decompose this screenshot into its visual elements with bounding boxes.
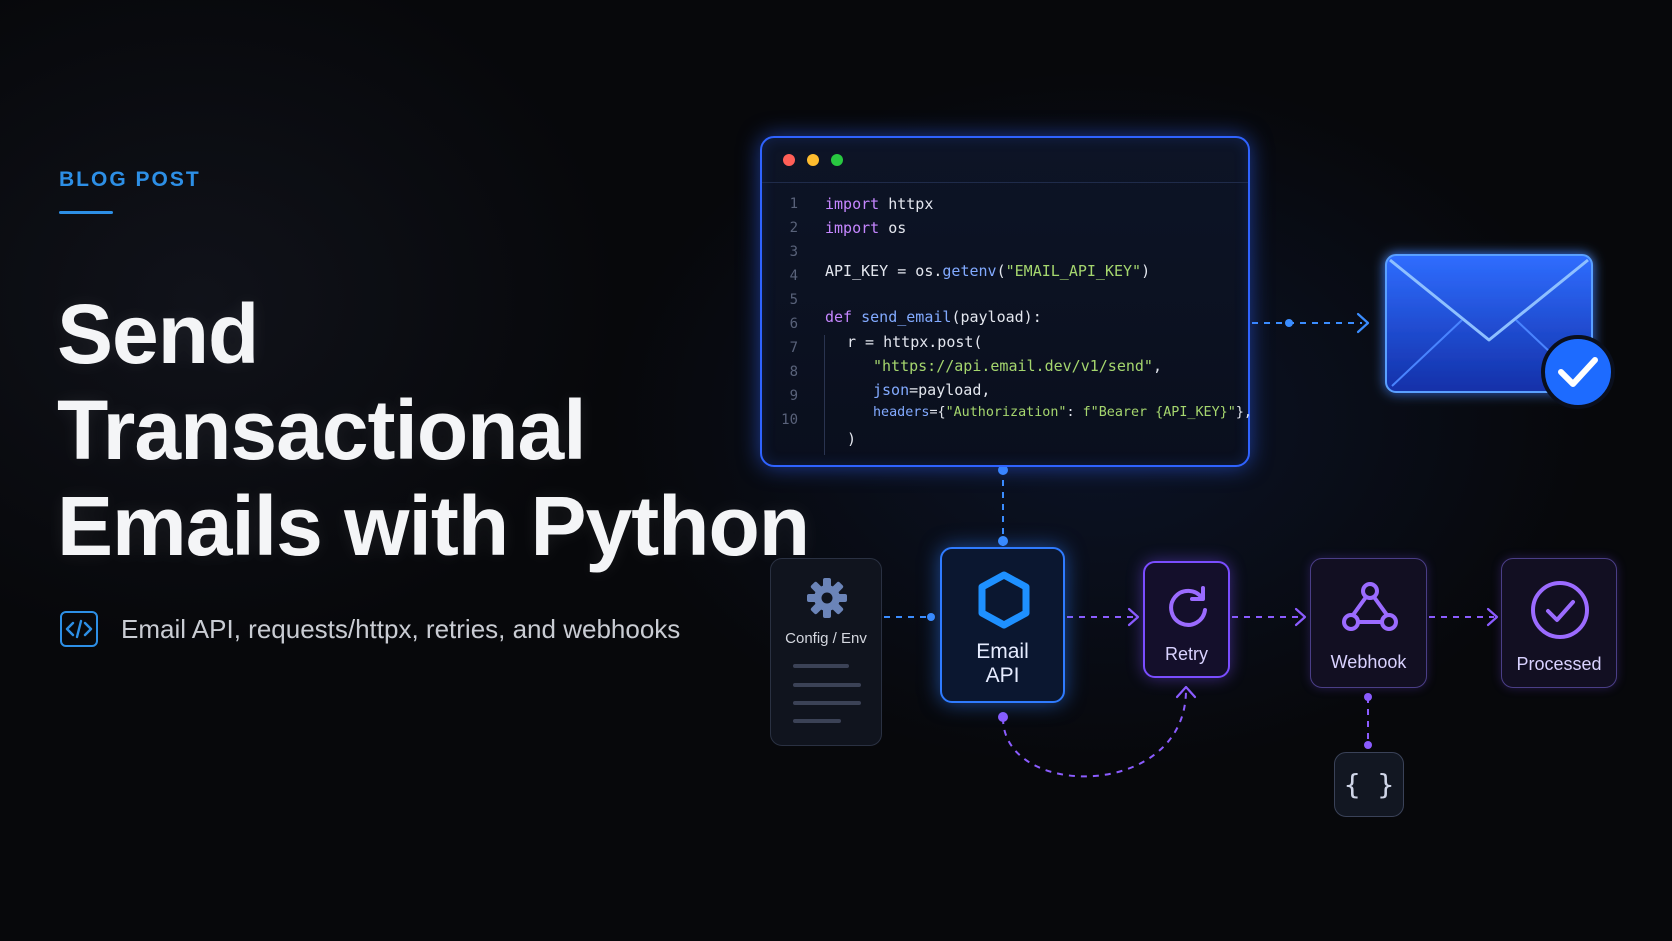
hero-banner: BLOG POST Send Transactional Emails with… — [0, 0, 1672, 941]
email-api-label: Email API — [942, 640, 1063, 688]
line-number: 5 — [789, 292, 798, 308]
line-number: 7 — [789, 340, 798, 356]
gear-icon — [807, 578, 847, 618]
hexagon-icon — [978, 571, 1030, 629]
retry-label: Retry — [1164, 644, 1208, 664]
code-window: 1 2 3 4 5 6 7 8 9 10 import httpx import… — [760, 136, 1252, 467]
email-api-label-line-2: API — [985, 664, 1020, 687]
json-braces-icon: { } — [1343, 768, 1395, 801]
line-number: 6 — [789, 316, 798, 332]
config-line — [793, 701, 861, 705]
line-number: 1 — [789, 196, 798, 212]
processed-label: Processed — [1516, 654, 1602, 674]
webhook-label: Webhook — [1330, 652, 1407, 672]
check-circle-icon — [1531, 581, 1589, 639]
config-line — [793, 719, 841, 723]
config-line — [793, 664, 849, 668]
json-payload-node: { } — [1334, 752, 1404, 817]
code-line-4: API_KEY = os.getenv("EMAIL_API_KEY") — [825, 262, 1151, 280]
window-minimize-dot — [807, 154, 819, 166]
refresh-icon — [1169, 586, 1207, 627]
email-api-label-line-1: Email — [976, 640, 1029, 663]
line-number: 8 — [789, 364, 798, 380]
code-line-7: r = httpx.post( — [847, 333, 983, 351]
code-line-8: "https://api.email.dev/v1/send", — [873, 357, 1162, 375]
config-env-node: Config / Env — [770, 558, 882, 746]
line-number: 10 — [781, 412, 798, 428]
line-number: 9 — [789, 388, 798, 404]
line-number: 2 — [789, 220, 798, 236]
processed-node: Processed — [1501, 558, 1617, 688]
code-line-1: import httpx — [825, 195, 934, 213]
code-line-2: import os — [825, 219, 907, 237]
code-line-6: def send_email(payload): — [825, 308, 1042, 326]
code-line-10: headers={"Authorization": f"Bearer {API_… — [873, 405, 1252, 420]
retry-node: Retry — [1143, 561, 1230, 678]
line-number: 3 — [789, 244, 798, 260]
code-line-9: json=payload, — [873, 381, 991, 399]
code-line-11: ) — [847, 430, 857, 448]
code-window-titlebar — [762, 138, 1248, 183]
config-line — [793, 683, 861, 687]
webhook-node: Webhook — [1310, 558, 1427, 688]
config-env-label: Config / Env — [785, 630, 867, 647]
webhook-icon — [1342, 582, 1398, 631]
line-number: 4 — [789, 268, 798, 284]
window-close-dot — [783, 154, 795, 166]
window-maximize-dot — [831, 154, 843, 166]
email-api-node: Email API — [940, 547, 1065, 703]
indent-guide — [824, 335, 825, 455]
